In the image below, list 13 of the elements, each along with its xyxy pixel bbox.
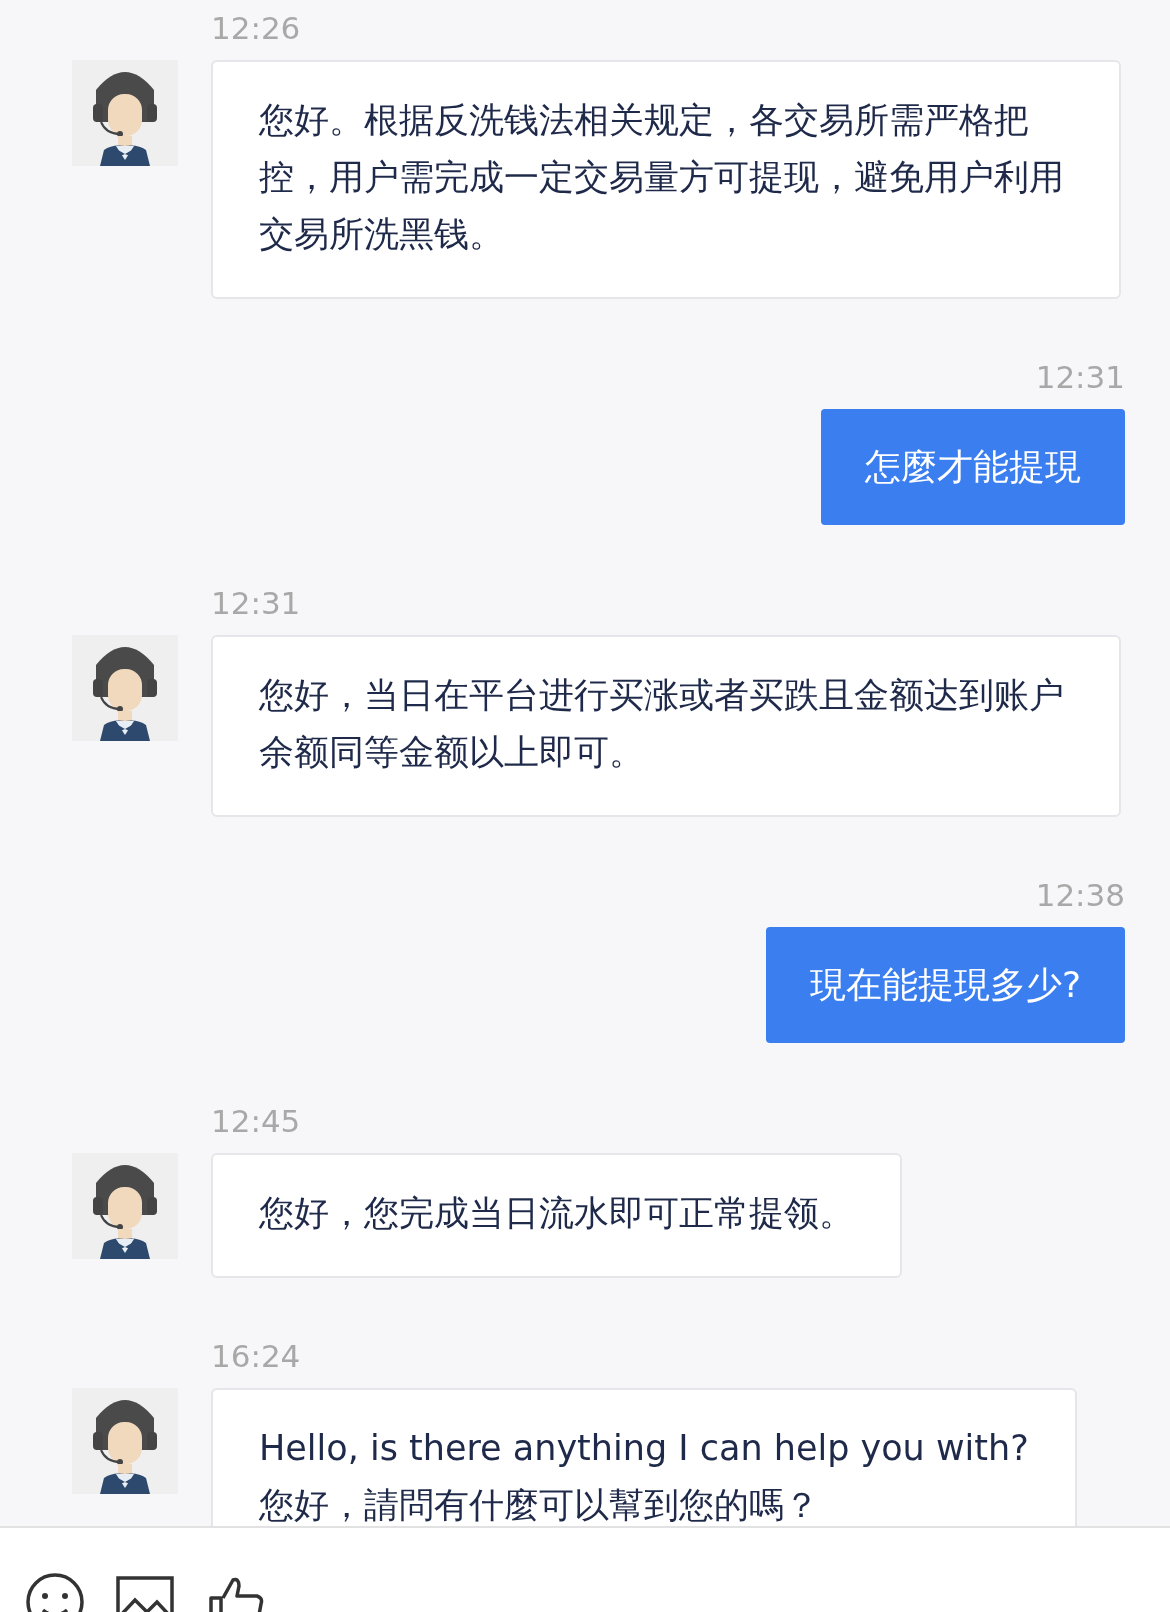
message-text: 怎麼才能提現 bbox=[865, 445, 1081, 489]
message-text: 您好，您完成当日流水即可正常提领。 bbox=[259, 1192, 854, 1235]
message-text: 您好，請問有什麼可以幫到您的嗎？ bbox=[259, 1484, 820, 1526]
message-text: 您好。根据反洗钱法相关规定，各交易所需严格把控，用户需完成一定交易量方可提现，避免用户利用交易所洗黑钱。 bbox=[259, 99, 1065, 256]
message-text: 現在能提現多少? bbox=[809, 963, 1081, 1007]
timestamp: 12:31 bbox=[1035, 359, 1125, 395]
timestamp: 12:38 bbox=[1035, 877, 1125, 913]
timestamp: 12:26 bbox=[211, 10, 301, 46]
timestamp: 16:24 bbox=[211, 1338, 301, 1374]
message-text: Hello, is there anything I can help you with? bbox=[259, 1427, 1029, 1470]
message-text: 您好，当日在平台进行买涨或者买跌且金额达到账户余额同等金额以上即可。 bbox=[259, 674, 1065, 774]
timestamp: 12:45 bbox=[211, 1103, 301, 1139]
timestamp: 12:31 bbox=[211, 585, 301, 621]
